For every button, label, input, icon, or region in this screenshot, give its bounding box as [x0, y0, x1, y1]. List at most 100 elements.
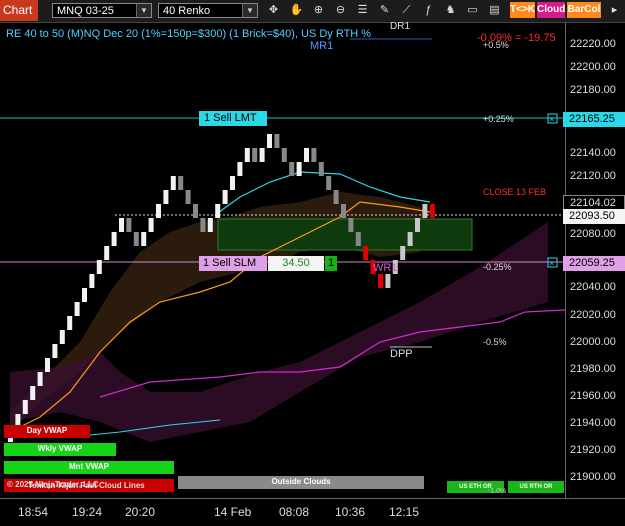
time-tick: 14 Feb	[214, 505, 252, 519]
renko-brick	[141, 232, 147, 246]
renko-brick	[244, 148, 250, 162]
price-tick: 21980.00	[570, 363, 616, 375]
indicator-icon[interactable]: ƒ	[421, 3, 436, 18]
renko-brick	[355, 232, 361, 246]
renko-brick	[163, 190, 169, 204]
renko-brick	[89, 274, 95, 288]
time-tick: 08:08	[279, 505, 310, 519]
wr1-label: WR1	[373, 262, 398, 274]
renko-brick	[207, 218, 213, 232]
price-tick: 22000.00	[570, 336, 616, 348]
close-13feb-label: CLOSE 13 FEB	[483, 187, 547, 197]
instrument-selector[interactable]: MNQ 03-25 ▼	[52, 3, 152, 18]
price-tick: 22020.00	[570, 309, 616, 321]
renko-brick	[318, 162, 324, 176]
outside-clouds-tag: Outside Clouds	[178, 476, 424, 489]
renko-brick	[252, 148, 258, 162]
renko-brick	[385, 274, 391, 288]
cloud-button[interactable]: Cloud	[537, 2, 565, 18]
renko-brick	[59, 330, 65, 344]
sell-slm-price-label: 22059.25	[563, 256, 625, 271]
renko-brick	[111, 232, 117, 246]
renko-brick	[22, 400, 28, 414]
pan-icon[interactable]: ✋	[289, 3, 304, 18]
mr1-label: MR1	[310, 40, 334, 52]
price-tick: 21920.00	[570, 444, 616, 456]
renko-brick	[67, 316, 73, 330]
renko-brick	[185, 190, 191, 204]
line-icon[interactable]: ⟋	[399, 3, 414, 18]
chevron-down-icon: ▼	[136, 4, 151, 17]
sell-slm-order[interactable]: 1 Sell SLM	[199, 256, 267, 271]
renko-brick	[274, 134, 280, 148]
pnl-display: 34.50	[268, 256, 324, 271]
crosshair-icon[interactable]: ✥	[266, 3, 281, 18]
renko-brick	[104, 246, 110, 260]
dr1-label: DR1	[390, 22, 410, 32]
price-tick: 22080.00	[570, 228, 616, 240]
minus10-label: -1.0%	[488, 488, 507, 495]
dpp-label: DPP	[390, 348, 413, 360]
window-icon[interactable]: ▭	[465, 3, 480, 18]
renko-brick	[422, 204, 428, 218]
draw-icon[interactable]: ✎	[377, 3, 392, 18]
opening-range-box	[217, 218, 473, 251]
renko-brick	[341, 204, 346, 218]
minus025-label: -0.25%	[483, 262, 512, 272]
renko-brick	[215, 204, 221, 218]
price-tick: 22040.00	[570, 281, 616, 293]
time-tick: 12:15	[389, 505, 420, 519]
renko-brick	[304, 148, 309, 162]
period-selector[interactable]: 40 Renko ▼	[158, 3, 258, 18]
renko-brick	[170, 176, 176, 190]
wkly-vwap-tag: Wkly VWAP	[4, 443, 116, 456]
barcol-button[interactable]: BarCol	[567, 2, 601, 18]
renko-brick	[37, 372, 43, 386]
renko-brick	[378, 274, 383, 288]
renko-brick	[148, 218, 154, 232]
chart-toolbar: Chart MNQ 03-25 ▼ 40 Renko ▼ ✥ ✋ ⊕ ⊖ ☰ ✎…	[0, 0, 625, 23]
properties-icon[interactable]: ☰	[355, 3, 370, 18]
renko-brick	[429, 204, 435, 218]
sell-lmt-order[interactable]: 1 Sell LMT	[199, 111, 267, 126]
renko-brick	[281, 148, 287, 162]
kijun-legend: Tenkan-Kijun Fast Cloud Lines	[28, 481, 145, 490]
zoom-in-icon[interactable]: ⊕	[311, 3, 326, 18]
renko-brick	[230, 176, 235, 190]
instrument-value: MNQ 03-25	[57, 5, 114, 17]
renko-brick	[348, 218, 354, 232]
renko-brick	[407, 232, 413, 246]
renko-brick	[333, 190, 339, 204]
renko-brick	[415, 218, 420, 232]
renko-brick	[237, 162, 243, 176]
price-tick: 22180.00	[570, 84, 616, 96]
price-tick: 22140.00	[570, 147, 616, 159]
chart-title: RE 40 to 50 (M)NQ Dec 20 (1%=150p=$300) …	[6, 28, 372, 40]
zoom-out-icon[interactable]: ⊖	[333, 3, 348, 18]
tk-button[interactable]: T<>K	[510, 2, 535, 18]
menu-icon[interactable]: ▸	[607, 3, 622, 18]
renko-brick	[156, 204, 161, 218]
renko-brick	[289, 162, 295, 176]
renko-brick	[96, 260, 102, 274]
template-icon[interactable]: ▤	[487, 3, 502, 18]
mnt-vwap-tag: Mnt VWAP	[4, 461, 174, 474]
price-tick: 21940.00	[570, 417, 616, 429]
chart-tab[interactable]: Chart	[0, 0, 38, 21]
renko-brick	[178, 176, 184, 190]
plus025-label: +0.25%	[483, 114, 514, 124]
renko-brick	[82, 288, 87, 302]
renko-brick	[326, 176, 332, 190]
renko-brick	[74, 302, 80, 316]
renko-brick	[30, 386, 36, 400]
renko-brick	[200, 218, 206, 232]
renko-brick	[311, 148, 317, 162]
renko-brick	[296, 162, 302, 176]
strategy-icon[interactable]: ♞	[443, 3, 458, 18]
renko-brick	[45, 358, 50, 372]
order-qty[interactable]: 1	[325, 256, 337, 271]
renko-brick	[259, 148, 265, 162]
chevron-down-icon: ▼	[242, 4, 257, 17]
current-high-label: 22104.02	[563, 195, 625, 210]
period-value: 40 Renko	[163, 5, 211, 17]
